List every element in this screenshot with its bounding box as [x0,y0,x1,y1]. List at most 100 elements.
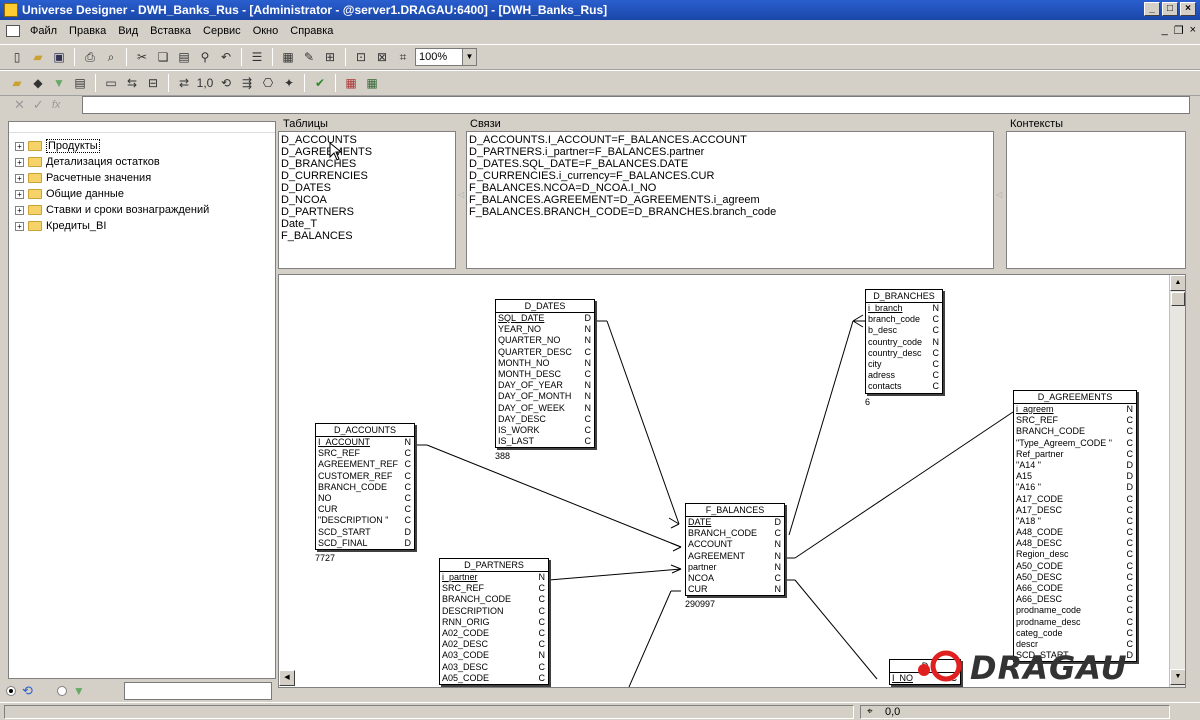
table-column[interactable]: SRC_REF C [1014,415,1136,426]
mdi-restore-button[interactable]: ❐ [1174,24,1184,37]
insert-class-icon[interactable]: ▰ [8,74,26,92]
table-f-balances[interactable]: F_BALANCES DATE D BRANCH_CODE C ACCOUNT N AGREE… [685,503,785,597]
formula-input[interactable] [82,96,1190,114]
table-column[interactable]: A66_CODE C [1014,583,1136,594]
undo-icon[interactable]: ↶ [217,48,235,66]
table-column[interactable]: DAY_OF_YEAR N [496,380,594,391]
insert-alias-icon[interactable]: ⊟ [144,74,162,92]
table-column[interactable]: categ_code C [1014,628,1136,639]
copy-icon[interactable]: ❏ [154,48,172,66]
function-icon[interactable]: fx [52,99,61,111]
detect-contexts-icon[interactable]: ⇶ [238,74,256,92]
joins-list-item[interactable]: F_BALANCES.AGREEMENT=D_AGREEMENTS.i_agre… [469,194,760,206]
tables-list-item[interactable]: D_ACCOUNTS [281,134,357,146]
detect-joins-icon[interactable]: ⟲ [217,74,235,92]
joins-list-item[interactable]: F_BALANCES.NCOA=D_NCOA.I_NO [469,182,656,194]
print-icon[interactable]: ⎙ [81,48,99,66]
cancel-icon[interactable]: ✕ [14,97,25,113]
table-column[interactable]: partner N [686,562,784,573]
scroll-up-icon[interactable]: ▲ [1170,275,1185,291]
table-column[interactable]: A50_CODE C [1014,561,1136,572]
view-list-icon[interactable]: ▦ [342,74,360,92]
table-column[interactable]: b_desc C [866,325,942,336]
table-column[interactable]: city C [866,359,942,370]
tree-item-balance-details[interactable]: + Детализация остатков [15,154,160,170]
close-button[interactable]: × [1180,2,1196,16]
expand-icon[interactable]: + [15,157,24,167]
table-d-agreements[interactable]: D_AGREEMENTS i_agreem N SRC_REF C BRANCH_CODE… [1013,390,1137,663]
tables-list-item[interactable]: F_BALANCES [281,230,353,242]
classes-radio[interactable] [6,686,16,696]
detect-loops-icon[interactable]: ⎔ [259,74,277,92]
table-column[interactable]: SRC_REF C [316,448,414,459]
scroll-left-icon[interactable]: ◀ [279,670,295,686]
table-column[interactable]: DAY_DESC C [496,414,594,425]
table-column[interactable]: prodname_code C [1014,605,1136,616]
canvas-vertical-scrollbar[interactable]: ▲ ▼ [1169,275,1185,687]
table-column[interactable]: CUSTOMER_REF C [316,471,414,482]
tree-item-common-data[interactable]: + Общие данные [15,186,124,202]
scroll-thumb[interactable] [1171,292,1185,306]
tree-item-rates[interactable]: + Ставки и сроки вознаграждений [15,202,209,218]
table-column[interactable]: AGREEMENT N [686,551,784,562]
table-column[interactable]: A03_CODE N [440,650,548,661]
table-column[interactable]: MONTH_NO N [496,358,594,369]
menu-help[interactable]: Справка [284,25,339,37]
menu-file[interactable]: Файл [24,25,63,37]
print-preview-icon[interactable]: ⌕ [102,48,120,66]
arrange-icon[interactable]: ⊞ [321,48,339,66]
table-column[interactable]: DAY_OF_WEEK N [496,403,594,414]
expand-icon[interactable]: + [15,189,24,199]
table-column[interactable]: A48_CODE C [1014,527,1136,538]
detect-aliases-icon[interactable]: ✦ [280,74,298,92]
insert-object-icon[interactable]: ◆ [29,74,47,92]
table-column[interactable]: A66_DESC C [1014,594,1136,605]
tree-item-calculated-values[interactable]: + Расчетные значения [15,170,151,186]
properties-icon[interactable]: ☰ [248,48,266,66]
splitter-arrow-icon[interactable]: ◁ [458,190,464,199]
table-column[interactable]: A03_DESC C [440,662,548,673]
joins-list-item[interactable]: D_CURRENCIES.i_currency=F_BALANCES.CUR [469,170,714,182]
table-column[interactable]: A17_CODE C [1014,494,1136,505]
table-column[interactable]: "A18 " C [1014,516,1136,527]
table-column[interactable]: BRANCH_CODE C [1014,426,1136,437]
menu-tools[interactable]: Сервис [197,25,247,37]
table-column[interactable]: contacts C [866,381,942,392]
table-column[interactable]: MONTH_DESC C [496,369,594,380]
tree-item-products[interactable]: + Продукты [15,138,100,154]
tables-list-item[interactable]: D_BRANCHES [281,158,356,170]
tree-filter-input[interactable] [124,682,272,700]
joins-list-item[interactable]: D_PARTNERS.i_partner=F_BALANCES.partner [469,146,704,158]
filters-radio[interactable] [56,686,67,696]
table-column[interactable]: adress C [866,370,942,381]
table-column[interactable]: i_branch N [866,303,942,314]
table-column[interactable]: QUARTER_DESC C [496,347,594,358]
zoom-select[interactable]: 100% ▼ [415,48,477,66]
tables-list-item[interactable]: D_DATES [281,182,331,194]
table-column[interactable]: NO C [316,493,414,504]
table-column[interactable]: SQL_DATE D [496,313,594,324]
table-d-branches[interactable]: D_BRANCHES i_branch Nbranch_code Cb_desc Cco… [865,289,943,394]
table-column[interactable]: country_desc C [866,348,942,359]
table-column[interactable]: I_ACCOUNT N [316,437,414,448]
table-column[interactable]: "DESCRIPTION " C [316,515,414,526]
table-column[interactable]: branch_code C [866,314,942,325]
table-browser-icon[interactable]: ▦ [279,48,297,66]
table-column[interactable]: BRANCH_CODE C [316,482,414,493]
insert-table-icon[interactable]: ▭ [102,74,120,92]
table-column[interactable]: country_code N [866,337,942,348]
tree-scrollbar[interactable] [9,125,275,133]
table-column[interactable]: A48_DESC C [1014,538,1136,549]
paste-icon[interactable]: ▤ [175,48,193,66]
table-column[interactable]: IS_WORK C [496,425,594,436]
insert-join-icon[interactable]: ⇆ [123,74,141,92]
table-column[interactable]: A02_CODE C [440,628,548,639]
tables-list-item[interactable]: D_PARTNERS [281,206,354,218]
table-column[interactable]: CUR C [316,504,414,515]
tables-list-item[interactable]: Date_T [281,218,317,230]
table-d-accounts[interactable]: D_ACCOUNTS I_ACCOUNT N SRC_REF C AGREEMENT_RE… [315,423,415,550]
table-column[interactable]: SRC_REF C [440,583,548,594]
table-column[interactable]: prodname_desc C [1014,617,1136,628]
table-column[interactable]: RNN_ORIG C [440,617,548,628]
expand-icon[interactable]: + [15,141,24,151]
